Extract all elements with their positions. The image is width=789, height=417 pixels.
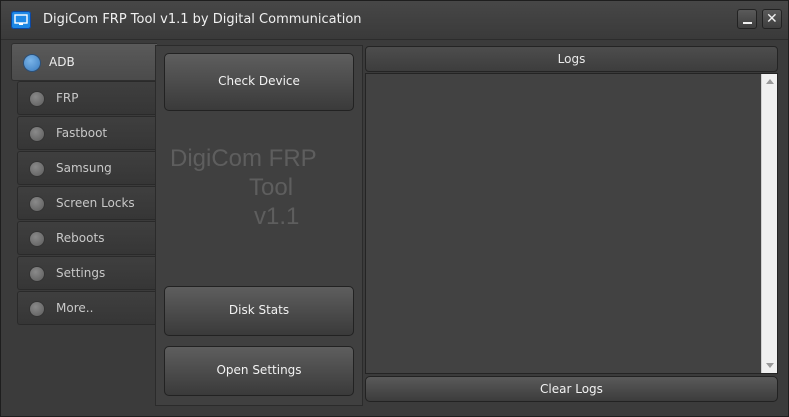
minimize-icon [743,22,752,24]
adb-panel: Check Device DigiCom FRP Tool v1.1 Disk … [155,45,363,406]
tab-fastboot[interactable]: Fastboot [17,116,156,150]
check-device-button[interactable]: Check Device [164,53,354,111]
scroll-up-icon[interactable] [766,79,774,84]
status-dot-icon [30,127,44,141]
remote-desktop-icon [11,11,31,29]
tab-label: Screen Locks [56,196,135,210]
tab-screen-locks[interactable]: Screen Locks [17,186,156,220]
brand-line: DigiCom FRP [170,145,317,172]
tab-label: FRP [56,91,79,105]
sidebar: ADB FRP Fastboot Samsung Screen Locks Re… [11,43,157,325]
tab-label: Reboots [56,231,105,245]
status-dot-icon [30,92,44,106]
window-title: DigiCom FRP Tool v1.1 by Digital Communi… [43,12,362,27]
button-label: Disk Stats [228,303,290,317]
tab-more[interactable]: More.. [17,291,156,325]
app-window: DigiCom FRP Tool v1.1 by Digital Communi… [0,0,789,417]
tab-adb[interactable]: ADB [11,43,157,81]
logs-header: Logs [365,46,778,72]
disk-stats-button[interactable]: Disk Stats [164,286,354,336]
clear-logs-button[interactable]: Clear Logs [365,376,778,402]
tab-label: Fastboot [56,126,108,140]
status-dot-icon [24,55,40,71]
status-dot-icon [30,197,44,211]
button-label: Check Device [218,74,300,88]
minimize-button[interactable] [737,9,757,29]
brand-line: Tool [249,174,294,201]
tab-samsung[interactable]: Samsung [17,151,156,185]
brand-watermark: DigiCom FRP Tool v1.1 [170,144,350,231]
status-dot-icon [30,302,44,316]
tab-reboots[interactable]: Reboots [17,221,156,255]
tab-label: Settings [56,266,106,280]
status-dot-icon [30,162,44,176]
close-button[interactable]: ✕ [762,9,782,29]
brand-line: v1.1 [254,203,300,230]
tab-settings[interactable]: Settings [17,256,156,290]
button-label: Open Settings [216,363,302,377]
tab-label: More.. [56,301,94,315]
status-dot-icon [30,267,44,281]
tab-label: Samsung [56,161,112,175]
close-icon: ✕ [766,11,778,27]
scroll-down-icon[interactable] [766,363,774,368]
title-bar[interactable]: DigiCom FRP Tool v1.1 by Digital Communi… [1,1,788,40]
logs-scrollbar[interactable] [761,74,777,373]
open-settings-button[interactable]: Open Settings [164,346,354,396]
logs-textarea[interactable] [365,73,778,374]
status-dot-icon [30,232,44,246]
tab-frp[interactable]: FRP [17,81,156,115]
tab-label: ADB [49,55,75,69]
